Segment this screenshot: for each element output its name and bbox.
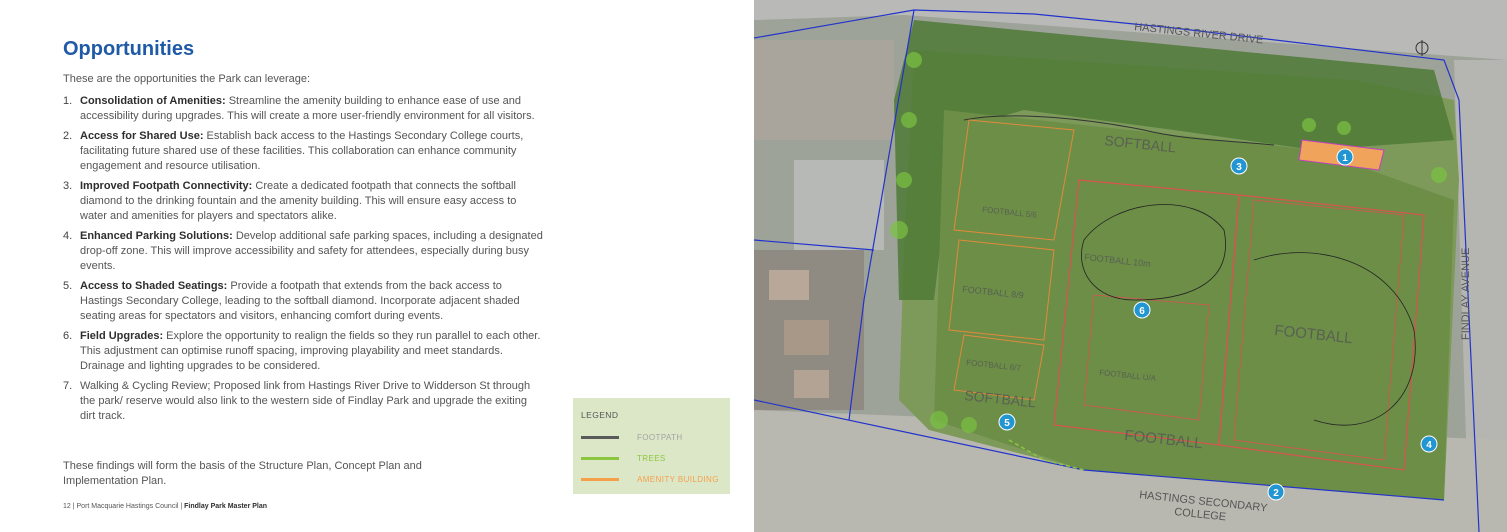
tree-icon [901,112,917,128]
item-text: Walking & Cycling Review; Proposed link … [80,380,531,422]
page-footer: 12 | Port Macquarie Hastings Council | F… [63,503,267,510]
list-item: 1. Consolidation of Amenities: Streamlin… [63,94,543,124]
map-legend: LEGEND FOOTPATH TREES AMENITY BUILDING [573,398,730,494]
legend-label: AMENITY BUILDING [637,474,719,484]
legend-swatch [581,435,619,439]
item-label: Access for Shared Use: [80,130,204,142]
intro-text: These are the opportunities the Park can… [63,73,311,85]
item-label: Access to Shaded Seatings: [80,280,228,292]
legend-label: FOOTPATH [637,432,683,442]
text-page: Opportunities These are the opportunitie… [0,0,752,532]
marker-number: 3 [1236,162,1242,173]
list-number: 3. [63,180,73,192]
marker-1[interactable]: 1 [1336,148,1354,166]
list-number: 5. [63,280,73,292]
house-roof [794,370,829,398]
marker-2[interactable]: 2 [1267,483,1285,501]
list-number: 4. [63,230,73,242]
tree-icon [1431,167,1447,183]
legend-item-footpath: FOOTPATH [581,431,683,443]
item-label: Consolidation of Amenities: [80,95,226,107]
closing-text: These findings will form the basis of th… [63,460,422,487]
tree-icon [896,172,912,188]
house-roof [784,320,829,355]
legend-item-amenity-building: AMENITY BUILDING [581,473,719,485]
marker-5[interactable]: 5 [998,413,1016,431]
tree-icon [930,411,948,429]
parking-lot [794,160,884,250]
list-item: 2. Access for Shared Use: Establish back… [63,129,543,174]
marker-number: 4 [1426,440,1432,451]
marker-number: 6 [1139,306,1145,317]
marker-number: 1 [1342,153,1348,164]
site-map: HASTINGS RIVER DRIVE FINDLAY AVENUE HAST… [754,0,1507,532]
road-label-east: FINDLAY AVENUE [1460,248,1472,340]
marker-6[interactable]: 6 [1133,301,1151,319]
item-label: Enhanced Parking Solutions: [80,230,233,242]
list-item: 4. Enhanced Parking Solutions: Develop a… [63,229,543,274]
legend-label: TREES [637,453,666,463]
tree-icon [1337,121,1351,135]
neighbourhood-block [754,40,894,140]
tree-icon [906,52,922,68]
list-item: 6. Field Upgrades: Explore the opportuni… [63,329,543,374]
legend-item-trees: TREES [581,452,666,464]
tree-icon [890,221,908,239]
page-title: Opportunities [63,38,195,60]
item-label: Field Upgrades: [80,330,164,342]
footer-council: | Port Macquarie Hastings Council | [70,503,185,510]
list-number: 1. [63,95,73,107]
list-item: 5. Access to Shaded Seatings: Provide a … [63,279,543,324]
house-roof [769,270,809,300]
page-number: 12 [63,503,71,510]
list-item: 7. Walking & Cycling Review; Proposed li… [63,379,543,424]
aerial-map: HASTINGS RIVER DRIVE FINDLAY AVENUE HAST… [754,0,1507,532]
list-number: 2. [63,130,73,142]
list-number: 6. [63,330,73,342]
opportunities-list: 1. Consolidation of Amenities: Streamlin… [63,94,543,429]
list-item: 3. Improved Footpath Connectivity: Creat… [63,179,543,224]
legend-title: LEGEND [581,410,619,420]
item-label: Improved Footpath Connectivity: [80,180,253,192]
legend-swatch [581,456,619,460]
marker-number: 5 [1004,418,1010,429]
marker-number: 2 [1273,488,1279,499]
footer-doc-title: Findlay Park Master Plan [184,503,268,510]
legend-swatch [581,477,619,481]
marker-3[interactable]: 3 [1230,157,1248,175]
list-number: 7. [63,380,73,392]
tree-icon [1302,118,1316,132]
marker-4[interactable]: 4 [1420,435,1438,453]
tree-icon [961,417,977,433]
